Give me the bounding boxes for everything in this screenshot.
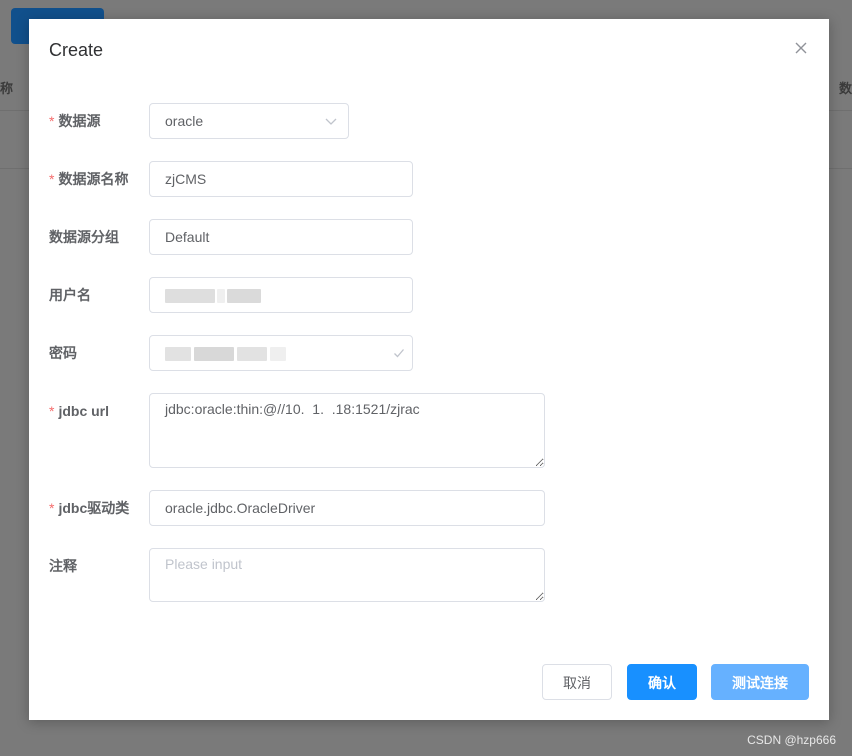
- jdbc-url-label: * jdbc url: [49, 403, 110, 419]
- password-input[interactable]: [149, 335, 413, 371]
- cancel-button[interactable]: 取消: [542, 664, 612, 700]
- comment-textarea[interactable]: [149, 548, 545, 602]
- jdbc-driver-label: * jdbc驱动类: [49, 500, 130, 516]
- datasource-label: * 数据源: [49, 113, 101, 129]
- background-column-header-right: 数: [838, 81, 852, 96]
- datasource-select-input[interactable]: [149, 103, 349, 139]
- watermark: CSDN @hzp666: [747, 733, 836, 747]
- required-marker: *: [49, 113, 55, 129]
- required-marker: *: [49, 171, 55, 187]
- close-icon[interactable]: [792, 39, 810, 57]
- username-label: 用户名: [49, 287, 91, 303]
- chevron-down-icon: [325, 118, 337, 125]
- comment-label: 注释: [49, 558, 77, 574]
- jdbc-url-textarea[interactable]: jdbc:oracle:thin:@//10. 1. .18:1521/zjra…: [149, 393, 545, 468]
- datasource-select[interactable]: [149, 103, 349, 139]
- check-icon: [394, 349, 404, 358]
- required-marker: *: [49, 403, 55, 419]
- redacted-text: [227, 289, 261, 304]
- datasource-group-input[interactable]: [149, 219, 413, 255]
- redacted-text: [165, 347, 191, 362]
- redacted-text: [217, 289, 225, 304]
- username-input[interactable]: [149, 277, 413, 313]
- redacted-text: [194, 347, 234, 362]
- redacted-text: [165, 289, 215, 304]
- jdbc-driver-input[interactable]: [149, 490, 545, 526]
- datasource-name-label: * 数据源名称: [49, 171, 129, 187]
- create-dialog: Create *数据源 *数据源名称 数据源分组 用户名 密码: [29, 19, 829, 720]
- password-field[interactable]: [149, 335, 413, 371]
- datasource-name-input[interactable]: [149, 161, 413, 197]
- dialog-title: Create: [49, 40, 104, 60]
- background-column-header-left: 称: [0, 81, 14, 96]
- password-label: 密码: [49, 345, 77, 361]
- redacted-text: [237, 347, 267, 362]
- test-connection-button[interactable]: 测试连接: [711, 664, 809, 700]
- redacted-text: [270, 347, 286, 362]
- datasource-group-label: 数据源分组: [49, 229, 119, 245]
- confirm-button[interactable]: 确认: [627, 664, 697, 700]
- required-marker: *: [49, 500, 55, 516]
